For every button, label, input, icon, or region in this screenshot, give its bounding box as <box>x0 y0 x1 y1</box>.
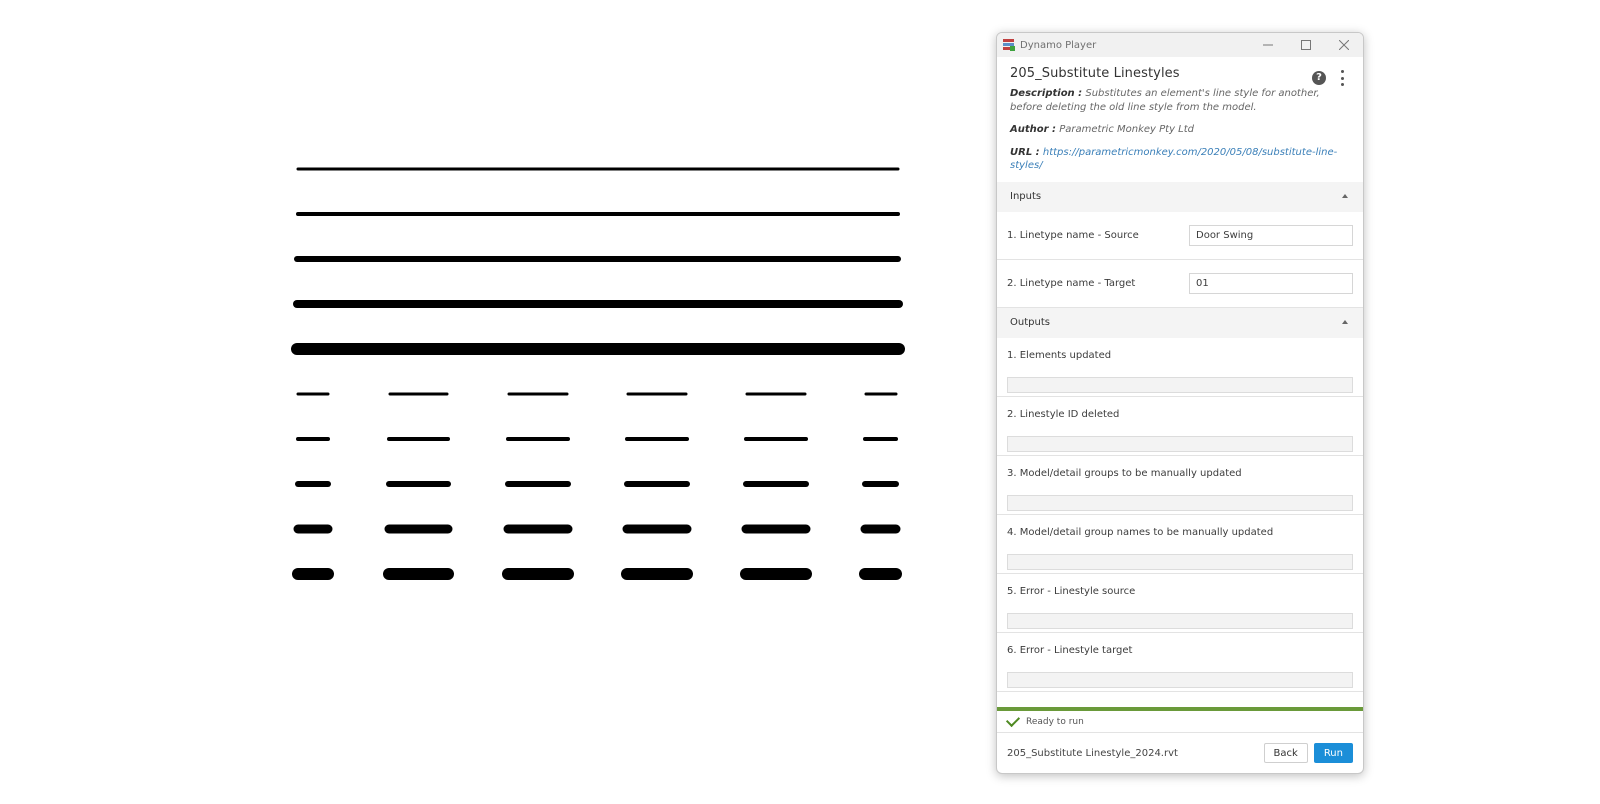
description-label: Description : <box>1010 88 1083 99</box>
footer: 205_Substitute Linestyle_2024.rvt Back R… <box>997 733 1363 773</box>
check-icon <box>1005 712 1021 728</box>
output-label: 6. Error - Linestyle target <box>1007 644 1133 656</box>
author-label: Author : <box>1010 124 1057 135</box>
back-button[interactable]: Back <box>1263 743 1308 763</box>
collapse-caret-icon[interactable] <box>1342 319 1348 324</box>
graph-title: 205_Substitute Linestyles <box>1010 66 1180 81</box>
help-icon[interactable]: ? <box>1312 71 1326 85</box>
collapse-caret-icon[interactable] <box>1342 193 1348 198</box>
url-label: URL : <box>1010 146 1040 158</box>
output-item: 1. Elements updated <box>997 338 1363 397</box>
output-item: 2. Linestyle ID deleted <box>997 397 1363 456</box>
output-label: 1. Elements updated <box>1007 349 1112 361</box>
input-label: 1. Linetype name - Source <box>1007 229 1139 241</box>
more-options-icon[interactable] <box>1339 70 1345 86</box>
status-bar: Ready to run <box>997 707 1363 733</box>
outputs-section-header[interactable]: Outputs <box>997 307 1363 338</box>
output-label: 2. Linestyle ID deleted <box>1007 408 1120 420</box>
status-text: Ready to run <box>1026 716 1084 727</box>
dashed-lines <box>292 392 902 580</box>
linetype-source-input[interactable] <box>1189 224 1353 246</box>
run-button[interactable]: Run <box>1313 743 1353 763</box>
url-link[interactable]: https://parametricmonkey.com/2020/05/08/… <box>1010 147 1337 172</box>
model-canvas <box>0 0 980 800</box>
graph-meta: Description : Substitutes an element's l… <box>1010 87 1350 173</box>
dynamo-app-icon <box>1003 39 1015 51</box>
linetype-target-input[interactable] <box>1189 272 1353 294</box>
line-samples <box>291 167 905 580</box>
graph-info: 205_Substitute Linestyles ? Description … <box>997 57 1363 173</box>
output-value-field <box>1007 376 1353 393</box>
author-row: Author : Parametric Monkey Pty Ltd <box>1010 123 1350 137</box>
outputs-header-label: Outputs <box>1010 317 1050 328</box>
output-label: 3. Model/detail groups to be manually up… <box>1007 467 1242 479</box>
url-row: URL : https://parametricmonkey.com/2020/… <box>1010 146 1350 173</box>
output-label: 5. Error - Linestyle source <box>1007 585 1136 597</box>
input-label: 2. Linetype name - Target <box>1007 277 1136 289</box>
author-text: Parametric Monkey Pty Ltd <box>1059 124 1195 135</box>
output-item: 4. Model/detail group names to be manual… <box>997 515 1363 574</box>
output-value-field <box>1007 671 1353 688</box>
minimize-icon[interactable] <box>1249 33 1287 57</box>
output-value-field <box>1007 435 1353 452</box>
output-item: 6. Error - Linestyle target <box>997 633 1363 692</box>
maximize-icon[interactable] <box>1287 33 1325 57</box>
output-value-field <box>1007 612 1353 629</box>
output-item: 5. Error - Linestyle source <box>997 574 1363 633</box>
dynamo-player-window: Dynamo Player 205_Substitute Linestyles … <box>996 32 1364 774</box>
inputs-section-header[interactable]: Inputs <box>997 181 1363 212</box>
close-icon[interactable] <box>1325 33 1363 57</box>
window-title: Dynamo Player <box>1020 39 1097 51</box>
output-value-field <box>1007 553 1353 570</box>
description-row: Description : Substitutes an element's l… <box>1010 87 1350 114</box>
output-value-field <box>1007 494 1353 511</box>
file-name: 205_Substitute Linestyle_2024.rvt <box>1007 747 1178 759</box>
outputs-list[interactable]: 1. Elements updated 2. Linestyle ID dele… <box>997 338 1363 698</box>
input-row: 2. Linetype name - Target <box>997 260 1363 308</box>
output-item: 3. Model/detail groups to be manually up… <box>997 456 1363 515</box>
input-row: 1. Linetype name - Source <box>997 212 1363 260</box>
output-label: 4. Model/detail group names to be manual… <box>1007 526 1274 538</box>
title-bar[interactable]: Dynamo Player <box>997 33 1363 57</box>
inputs-header-label: Inputs <box>1010 191 1042 202</box>
